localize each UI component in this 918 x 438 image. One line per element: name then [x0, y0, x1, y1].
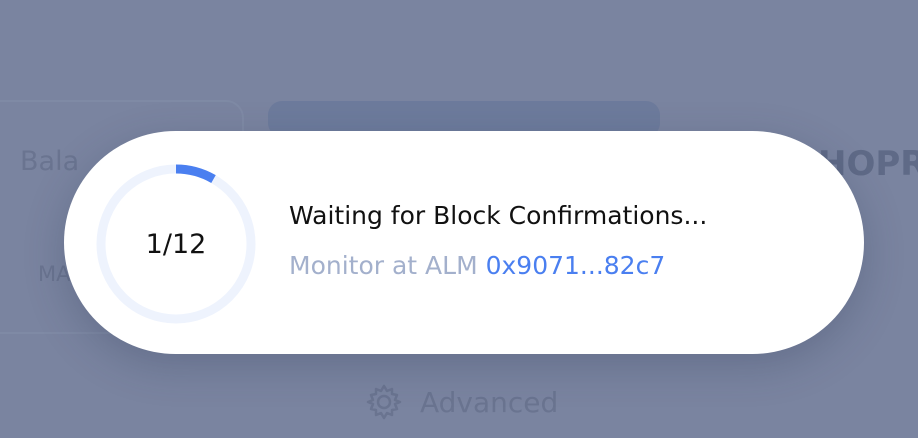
monitor-text: Monitor at ALM: [289, 251, 478, 280]
gear-icon: [364, 382, 404, 422]
advanced-toggle: Advanced: [364, 382, 558, 422]
status-subtitle: Monitor at ALM 0x9071...82c7: [289, 251, 665, 280]
advanced-label: Advanced: [420, 385, 559, 419]
balance-label: Bala: [20, 146, 80, 177]
progress-label: 1/12: [145, 228, 207, 260]
transfer-status-modal: 1/12 Waiting for Block Confirmations... …: [64, 131, 864, 354]
status-title: Waiting for Block Confirmations...: [289, 201, 708, 230]
alm-tx-link[interactable]: 0x9071...82c7: [486, 251, 666, 280]
confirmation-progress-ring: 1/12: [96, 164, 256, 324]
